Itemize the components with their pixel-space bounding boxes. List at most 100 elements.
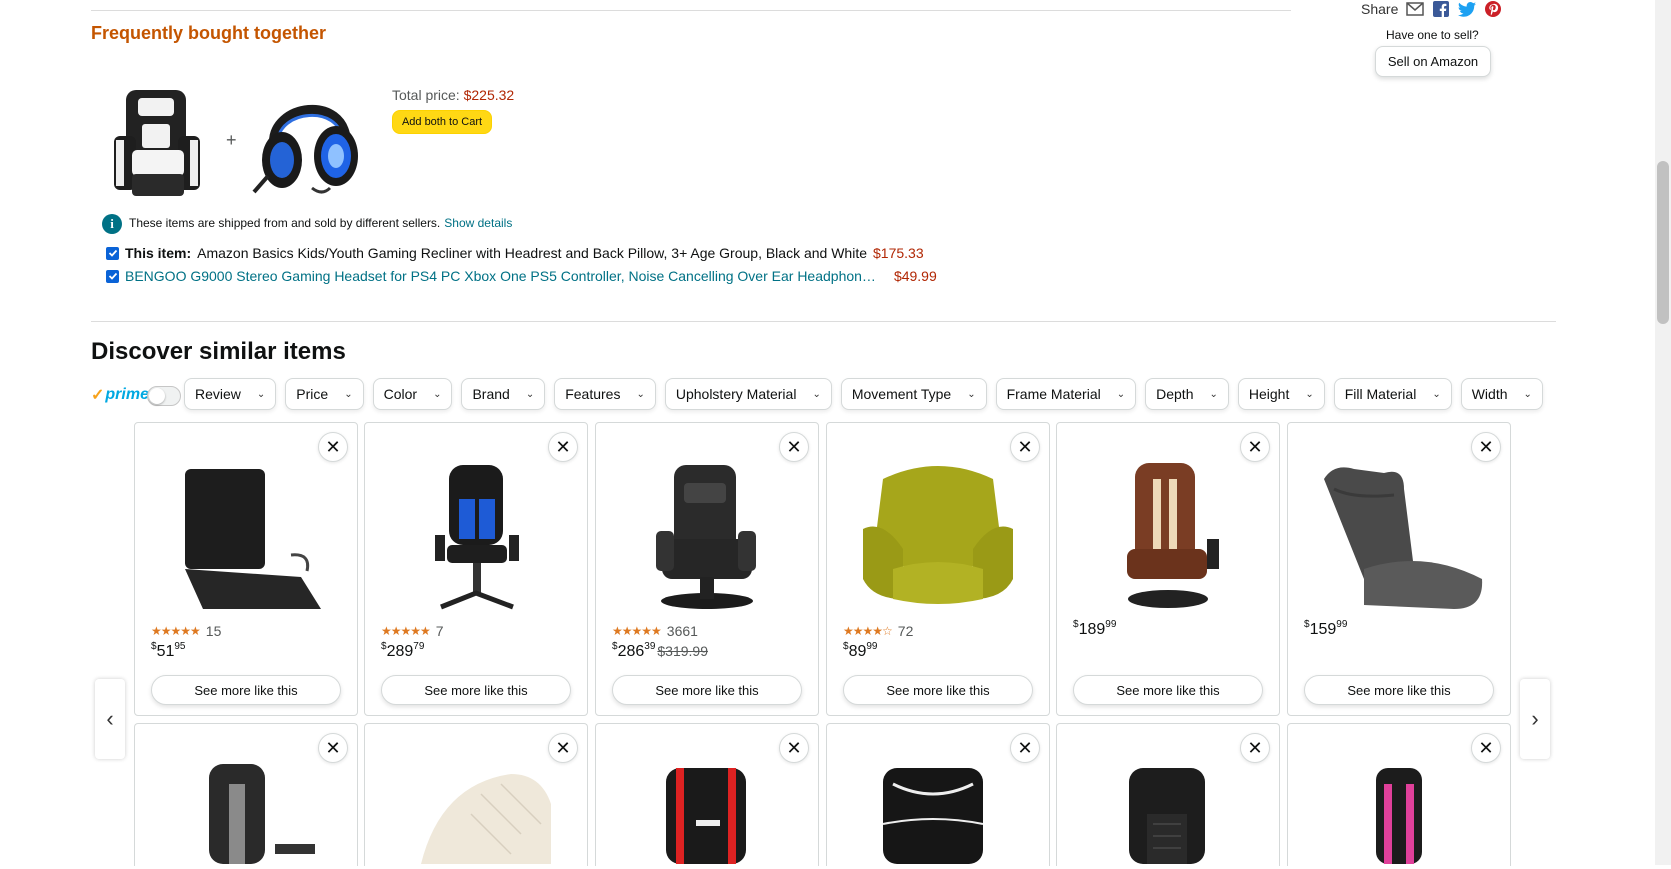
carousel-prev-button[interactable]: ‹ [95,679,125,759]
share-bar: Share [1361,0,1502,18]
dismiss-close-icon[interactable]: ✕ [548,733,578,763]
filter-color[interactable]: Color ⌄ [372,378,453,410]
rating-count: 7 [435,623,444,639]
filter-height[interactable]: Height ⌄ [1237,378,1325,410]
rating[interactable]: ★★★★☆ 72 [843,623,913,639]
share-label: Share [1361,1,1399,17]
price-fraction: 99 [1105,619,1117,630]
dismiss-close-icon[interactable]: ✕ [1010,432,1040,462]
product-card[interactable]: ✕ [1056,723,1280,866]
see-more-like-this-button[interactable]: See more like this [1304,675,1494,705]
filter-frame-material[interactable]: Frame Material ⌄ [995,378,1137,410]
product-card[interactable]: ✕ ★★★★☆ 72 $8999 See more like this [826,422,1050,716]
dismiss-close-icon[interactable]: ✕ [318,432,348,462]
add-both-to-cart-button[interactable]: Add both to Cart [392,110,492,134]
product-image[interactable] [151,459,341,619]
product-image[interactable] [612,764,802,864]
product-card[interactable]: ✕ ★★★★★ 3661 $28639 $319.99 See more like … [595,422,819,716]
price-whole: 189 [1078,621,1106,638]
product-card[interactable]: ✕ ★★★★★ 15 $5195 See more like this [134,422,358,716]
pinterest-icon[interactable] [1484,0,1502,18]
filter-bar: Review ⌄ Price ⌄ Color ⌄ Brand ⌄ Features ⌄ U… [184,378,1543,410]
filter-upholstery-material[interactable]: Upholstery Material ⌄ [664,378,832,410]
dismiss-close-icon[interactable]: ✕ [1240,733,1270,763]
see-more-like-this-button[interactable]: See more like this [381,675,571,705]
email-icon[interactable] [1406,0,1425,18]
headset-image[interactable] [252,84,364,204]
fbt-item-name: Amazon Basics Kids/Youth Gaming Recliner… [197,245,868,261]
filter-movement-type[interactable]: Movement Type ⌄ [840,378,987,410]
filter-depth[interactable]: Depth ⌄ [1145,378,1229,410]
rating[interactable]: ★★★★★ 7 [381,623,444,639]
product-image[interactable] [381,459,571,619]
product-price: $15999 [1304,619,1347,639]
see-more-like-this-button[interactable]: See more like this [151,675,341,705]
product-image[interactable] [1073,764,1263,864]
dismiss-close-icon[interactable]: ✕ [1240,432,1270,462]
carousel-next-button[interactable]: › [1520,679,1550,759]
twitter-icon[interactable] [1458,0,1477,18]
product-image[interactable] [843,764,1033,864]
vertical-scrollbar[interactable] [1655,0,1671,865]
dismiss-close-icon[interactable]: ✕ [548,432,578,462]
filter-width[interactable]: Width ⌄ [1460,378,1543,410]
product-card[interactable]: ✕ [1287,723,1511,866]
fbt-item-checkbox[interactable] [106,269,119,283]
chevron-down-icon: ⌄ [1523,388,1532,400]
filter-label: Height [1248,386,1290,402]
filter-brand[interactable]: Brand ⌄ [461,378,546,410]
filter-label: Movement Type [851,386,952,402]
filter-price[interactable]: Price ⌄ [285,378,364,410]
show-details-link[interactable]: Show details [444,216,512,230]
star-rating-icon: ★★★★★ [151,624,201,638]
see-more-like-this-button[interactable]: See more like this [612,675,802,705]
price-whole: 89 [848,643,867,660]
plus-sign: + [226,130,237,150]
currency-symbol: $ [1304,619,1310,630]
product-image[interactable] [843,459,1033,619]
product-card[interactable]: ✕ [134,723,358,866]
price-whole: 159 [1309,621,1337,638]
dismiss-close-icon[interactable]: ✕ [1010,733,1040,763]
this-item-label: This item: [125,245,192,261]
product-image[interactable] [381,764,571,864]
product-card[interactable]: ✕ $18999 See more like this [1056,422,1280,716]
recliner-image[interactable] [108,84,208,204]
scrollbar-thumb[interactable] [1657,161,1669,324]
prime-logo: ✓ prime [91,385,149,405]
fbt-item-checkbox[interactable] [106,246,119,260]
chevron-down-icon: ⌄ [433,388,442,400]
filter-review[interactable]: Review ⌄ [184,378,277,410]
product-image[interactable] [1304,459,1494,619]
dismiss-close-icon[interactable]: ✕ [318,733,348,763]
product-card[interactable]: ✕ [595,723,819,866]
currency-symbol: $ [1073,619,1079,630]
fbt-item-link[interactable]: BENGOO G9000 Stereo Gaming Headset for P… [125,268,876,284]
filter-fill-material[interactable]: Fill Material ⌄ [1333,378,1452,410]
rating[interactable]: ★★★★★ 3661 [612,623,698,639]
product-image[interactable] [1073,459,1263,619]
product-image[interactable] [151,764,341,864]
have-one-to-sell: Have one to sell? [1386,28,1479,42]
facebook-icon[interactable] [1432,0,1450,18]
product-card[interactable]: ✕ [364,723,588,866]
filter-features[interactable]: Features ⌄ [554,378,656,410]
dismiss-close-icon[interactable]: ✕ [779,733,809,763]
toggle-knob [149,388,165,404]
filter-label: Color [383,386,418,402]
total-price-label: Total price: [392,87,460,103]
product-image[interactable] [1304,764,1494,864]
dismiss-close-icon[interactable]: ✕ [1471,432,1501,462]
rating[interactable]: ★★★★★ 15 [151,623,221,639]
dismiss-close-icon[interactable]: ✕ [779,432,809,462]
sellers-notice-text: These items are shipped from and sold by… [129,216,441,230]
sell-on-amazon-button[interactable]: Sell on Amazon [1375,46,1491,77]
see-more-like-this-button[interactable]: See more like this [843,675,1033,705]
dismiss-close-icon[interactable]: ✕ [1471,733,1501,763]
product-card[interactable]: ✕ $15999 See more like this [1287,422,1511,716]
product-card[interactable]: ✕ [826,723,1050,866]
see-more-like-this-button[interactable]: See more like this [1073,675,1263,705]
prime-toggle[interactable] [147,386,181,406]
product-image[interactable] [612,459,802,619]
product-card[interactable]: ✕ ★★★★★ 7 $28979 See more like this [364,422,588,716]
